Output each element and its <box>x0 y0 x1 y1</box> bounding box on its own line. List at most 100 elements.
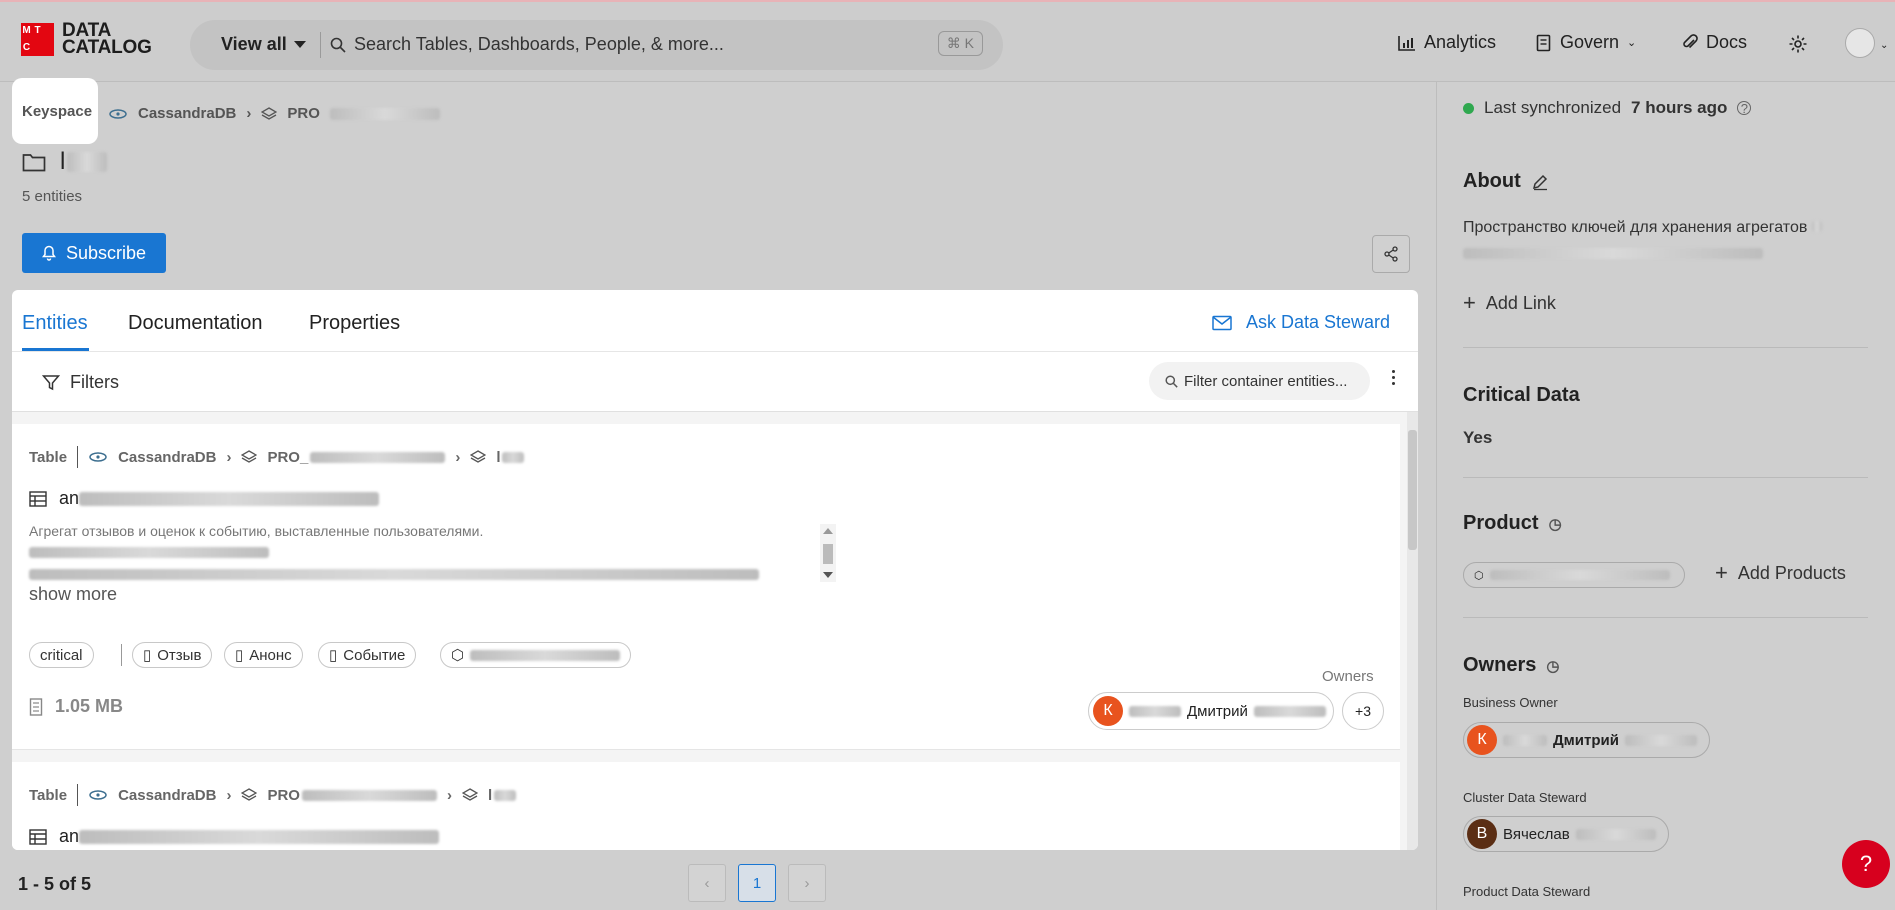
settings-button[interactable] <box>1788 34 1808 54</box>
table-icon <box>29 490 47 507</box>
nav-docs[interactable]: Docs <box>1682 32 1747 53</box>
search-scope-dropdown[interactable]: View all <box>221 34 306 55</box>
separator <box>77 784 79 806</box>
redacted-text <box>79 829 440 844</box>
chevron-right-icon: › <box>226 786 232 804</box>
list-scrollbar[interactable] <box>1407 412 1418 850</box>
search-input[interactable]: Search Tables, Dashboards, People, & mor… <box>330 34 724 55</box>
card-title[interactable]: an <box>29 826 440 847</box>
tab-documentation[interactable]: Documentation <box>128 312 263 335</box>
about-description: Пространство ключей для хранения агрегат… <box>1463 214 1863 268</box>
bell-icon <box>41 245 56 261</box>
pagination-range: 1 - 5 of 5 <box>18 874 92 894</box>
share-icon <box>1384 246 1398 262</box>
logo-mark: М Т С <box>21 22 54 56</box>
mail-icon <box>1212 315 1232 330</box>
card-breadcrumb-service[interactable]: CassandraDB <box>118 787 216 804</box>
divider <box>1463 347 1868 348</box>
add-products-button[interactable]: + Add Products <box>1715 562 1846 584</box>
product-tag[interactable]: ⬡ <box>440 642 632 668</box>
cluster-steward-label: Cluster Data Steward <box>1463 790 1587 805</box>
ask-data-steward-button[interactable]: Ask Data Steward <box>1212 312 1390 333</box>
chevron-right-icon: › <box>226 448 232 466</box>
chevron-down-icon[interactable]: ⌄ <box>1880 40 1888 51</box>
logo[interactable]: М Т С DATA CATALOG <box>21 21 152 58</box>
tab-properties[interactable]: Properties <box>309 312 400 335</box>
tag-critical[interactable]: critical <box>29 642 94 668</box>
product-chip[interactable]: ⬡ <box>1463 562 1685 588</box>
product-section-title: Product ◷ <box>1463 512 1562 535</box>
card-title-text: an <box>59 488 80 508</box>
glossary-term[interactable]: ▯ Отзыв <box>132 642 213 668</box>
breadcrumb-service[interactable]: CassandraDB <box>138 105 236 122</box>
more-owners-button[interactable]: +3 <box>1342 692 1384 730</box>
critical-data-title: Critical Data <box>1463 384 1580 406</box>
card-title[interactable]: an <box>29 488 380 509</box>
description-scrollbar[interactable] <box>820 524 836 582</box>
top-bar: М Т С DATA CATALOG View all Search Table… <box>0 0 1895 82</box>
page-1-button[interactable]: 1 <box>738 864 776 902</box>
show-more-link[interactable]: show more <box>29 584 117 605</box>
prev-page-button[interactable]: ‹ <box>688 864 726 902</box>
entity-card[interactable]: Table CassandraDB › PRO › l an <box>12 762 1400 850</box>
redacted-text <box>494 789 517 801</box>
scrollbar-thumb[interactable] <box>1408 430 1417 550</box>
about-section-title: About <box>1463 170 1549 193</box>
filter-bar: Filters Filter container entities... <box>12 352 1418 412</box>
user-avatar[interactable] <box>1845 28 1875 58</box>
add-link-label: Add Link <box>1485 292 1556 313</box>
caret-down-icon <box>293 41 306 48</box>
nav-govern-label: Govern <box>1560 32 1620 52</box>
help-button[interactable]: ? <box>1842 840 1890 888</box>
cassandra-icon <box>89 790 107 800</box>
next-page-button[interactable]: › <box>788 864 826 902</box>
business-owner-label: Business Owner <box>1463 695 1558 710</box>
active-tab-indicator <box>22 348 89 351</box>
cluster-steward-chip[interactable]: В Вячеслав <box>1463 816 1669 852</box>
tab-bar: Entities Documentation Properties Ask Da… <box>12 290 1418 352</box>
layers-icon <box>261 106 278 121</box>
glossary-term[interactable]: ▯ Анонс <box>224 642 303 668</box>
more-options-icon[interactable] <box>1392 370 1395 385</box>
help-circle-icon[interactable]: ? <box>1737 101 1752 116</box>
breadcrumb-database[interactable]: PRO <box>287 105 320 122</box>
card-breadcrumb-database[interactable]: PRO <box>267 787 300 804</box>
logo-letter: М <box>22 25 31 37</box>
logo-line2: CATALOG <box>62 37 152 58</box>
card-breadcrumb-keyspace[interactable]: l <box>496 449 500 466</box>
tag-label: critical <box>40 646 83 664</box>
edit-icon[interactable] <box>1531 173 1549 191</box>
clock-icon: ◷ <box>1546 657 1560 675</box>
nav-govern[interactable]: Govern ⌄ <box>1536 32 1636 53</box>
layers-icon <box>241 450 258 463</box>
subscribe-button[interactable]: Subscribe <box>22 233 166 273</box>
sync-time: 7 hours ago <box>1631 98 1728 117</box>
chevron-down-icon: ⌄ <box>1627 37 1637 49</box>
nav-analytics[interactable]: Analytics <box>1398 32 1496 53</box>
gear-icon <box>1789 35 1807 53</box>
card-breadcrumb-database[interactable]: PRO_ <box>267 449 308 466</box>
entity-type-text: Keyspace <box>22 102 93 120</box>
entity-card[interactable]: Table CassandraDB › PRO_ › l an Агрегат … <box>12 424 1400 750</box>
business-owner-chip[interactable]: К Дмитрий <box>1463 722 1710 758</box>
cassandra-icon <box>89 452 107 462</box>
filter-icon <box>42 374 60 390</box>
logo-letter: Т <box>34 25 41 37</box>
share-button[interactable] <box>1372 235 1410 273</box>
card-breadcrumb-service[interactable]: CassandraDB <box>118 449 216 466</box>
divider <box>1463 617 1868 618</box>
about-text: Пространство ключей для хранения агрегат… <box>1463 219 1808 236</box>
glossary-icon: ▯ <box>235 647 244 664</box>
tab-entities[interactable]: Entities <box>22 312 88 335</box>
add-link-button[interactable]: + Add Link <box>1463 292 1556 314</box>
card-breadcrumb-keyspace[interactable]: l <box>488 787 492 804</box>
search-placeholder: Search Tables, Dashboards, People, & mor… <box>354 34 724 54</box>
filter-entities-input[interactable]: Filter container entities... <box>1149 362 1370 400</box>
glossary-term[interactable]: ▯ Событие <box>318 642 417 668</box>
layers-icon <box>241 788 258 801</box>
owner-chip[interactable]: К Дмитрий <box>1088 692 1334 730</box>
card-type-label: Table <box>29 786 68 804</box>
redacted-text <box>29 569 759 580</box>
redacted-text <box>1463 248 1763 259</box>
filters-button[interactable]: Filters <box>42 372 119 393</box>
